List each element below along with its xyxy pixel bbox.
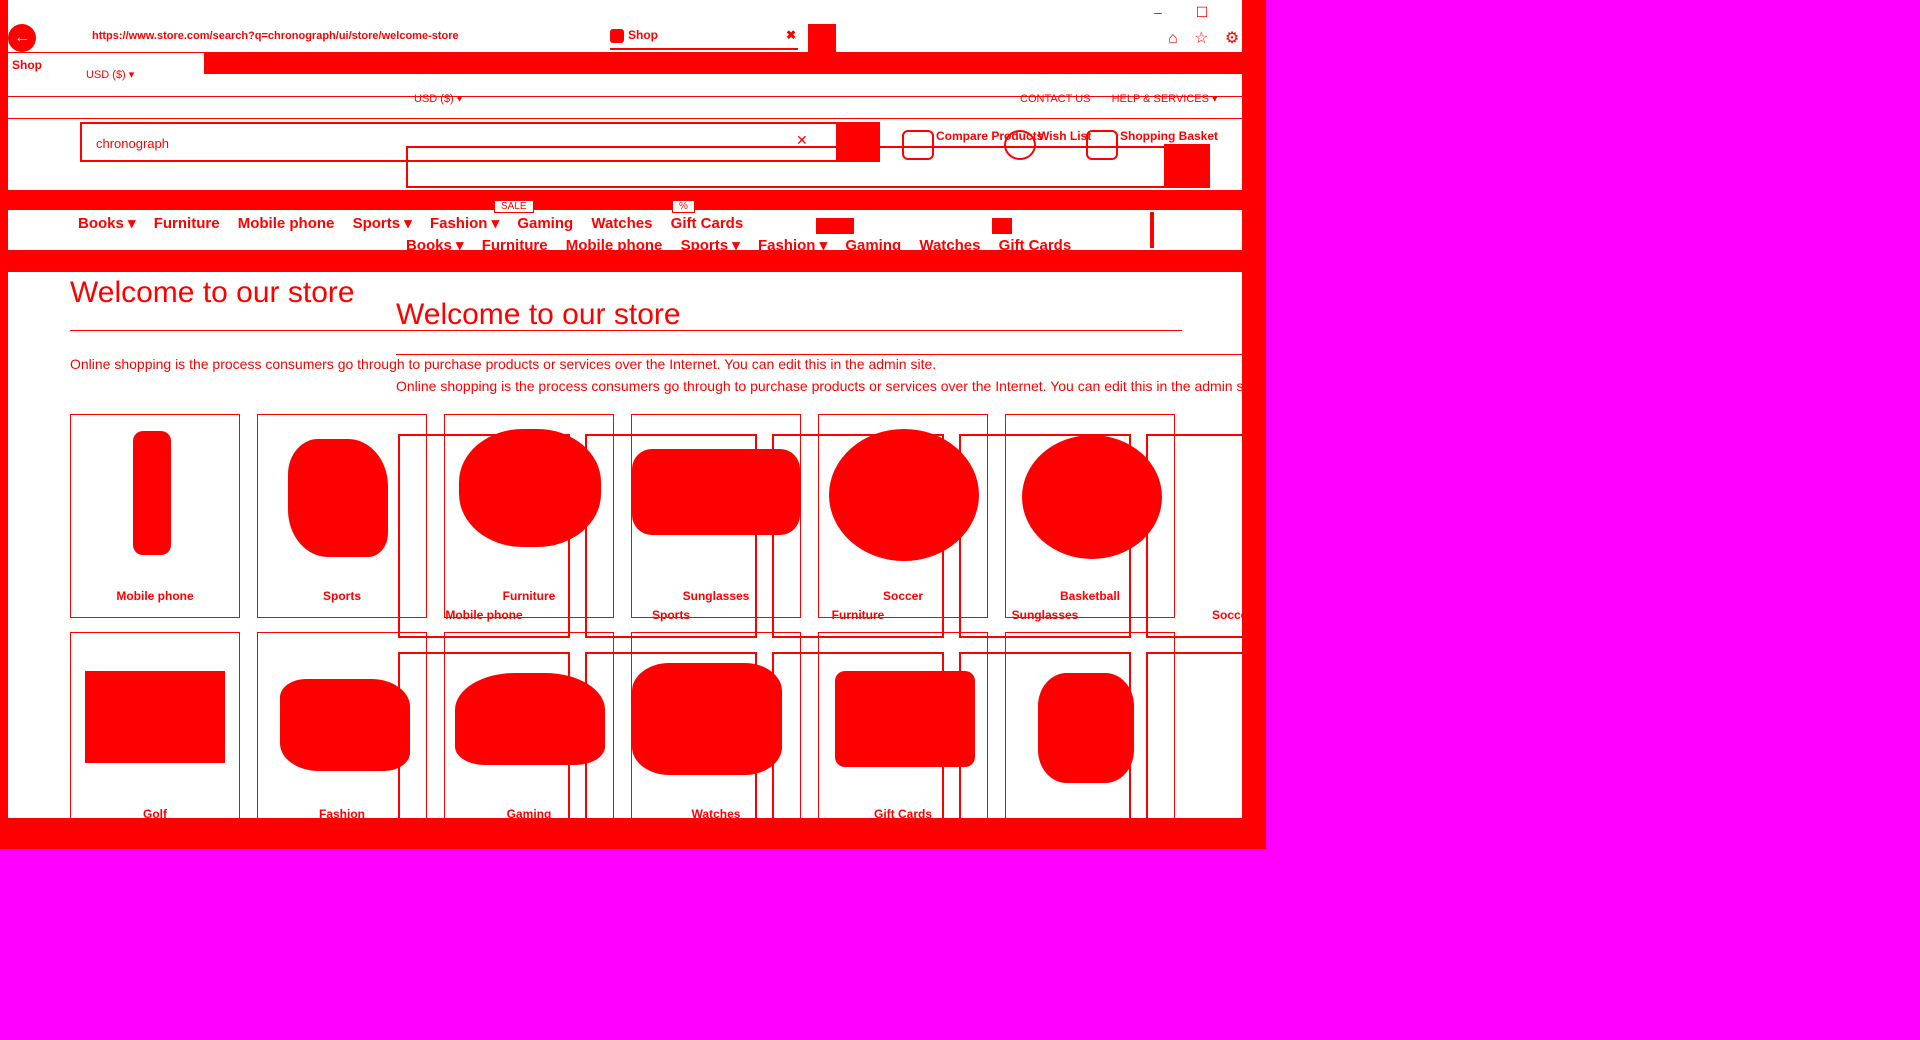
- shopping-basket-button[interactable]: Shopping Basket: [1086, 129, 1219, 160]
- title-underline: [70, 330, 1182, 331]
- nav-gaming[interactable]: Gaming: [517, 215, 573, 232]
- title-underline: [396, 354, 1242, 355]
- divider: [8, 118, 1242, 119]
- wishlist-button[interactable]: Wish List: [1004, 129, 1092, 160]
- maximize-button[interactable]: ☐: [1192, 3, 1212, 21]
- sale-badge: SALE: [494, 200, 534, 213]
- page-content: – ☐ ✕ ← https://www.store.com/search?q=c…: [8, 0, 1242, 818]
- nav-band: [8, 190, 1242, 210]
- nav-gift-cards[interactable]: Gift Cards: [671, 215, 744, 232]
- contact-us-link[interactable]: CONTACT US: [1020, 93, 1091, 105]
- tab-close-icon[interactable]: ✖: [786, 28, 796, 42]
- category-label: Soccer: [1211, 608, 1242, 622]
- category-card[interactable]: Golf: [70, 632, 240, 818]
- percent-badge: %: [672, 200, 695, 213]
- category-label: Furniture: [831, 608, 885, 622]
- category-label: Mobile phone: [445, 608, 523, 622]
- currency-selector-secondary[interactable]: USD ($) ▾: [414, 92, 462, 105]
- fashion-image: [280, 679, 410, 771]
- wishlist-label: Wish List: [1038, 129, 1092, 143]
- category-label: Sports: [651, 608, 690, 622]
- nav-mobile-phone[interactable]: Mobile phone: [238, 215, 335, 232]
- top-links: CONTACT US HELP & SERVICES ▾: [1020, 92, 1236, 105]
- intro-text-ghost: Online shopping is the process consumers…: [396, 378, 1242, 394]
- nav-furniture[interactable]: Furniture: [154, 215, 220, 232]
- back-arrow-icon[interactable]: ←: [8, 24, 36, 52]
- nav-sports[interactable]: Sports ▾: [353, 215, 412, 232]
- golf-image: [85, 671, 225, 763]
- phone-image: [133, 431, 171, 555]
- category-card-ghost: Soccer: [1146, 434, 1242, 638]
- page-title-ghost: Welcome to our store: [396, 298, 681, 331]
- header-strip: [204, 52, 1242, 74]
- category-card-ghost: [959, 652, 1131, 818]
- title-bar: – ☐ ✕: [8, 0, 1242, 24]
- compare-icon: [902, 130, 934, 160]
- divider: [8, 96, 1242, 97]
- basket-label: Shopping Basket: [1120, 129, 1219, 143]
- minimize-button[interactable]: –: [1148, 3, 1168, 21]
- currency-selector[interactable]: USD ($) ▾: [86, 68, 134, 81]
- nav-fashion[interactable]: Fashion ▾: [430, 215, 499, 232]
- category-card-ghost: [772, 652, 944, 818]
- url-field[interactable]: https://www.store.com/search?q=chronogra…: [92, 30, 532, 46]
- category-card-ghost: [1146, 652, 1242, 818]
- main-nav: Books ▾ Furniture Mobile phone Sports ▾ …: [78, 214, 757, 232]
- browser-window: – ☐ ✕ ← https://www.store.com/search?q=c…: [0, 0, 1266, 849]
- toolbar-icons[interactable]: ⌂ ☆ ⚙: [1168, 28, 1242, 48]
- category-label: Golf: [143, 807, 167, 818]
- percent-marker: [992, 218, 1012, 234]
- category-card-ghost: Sunglasses: [959, 434, 1131, 638]
- search-button-ghost[interactable]: [1164, 144, 1210, 188]
- tab-shop[interactable]: Shop ✖: [610, 28, 798, 50]
- intro-text: Online shopping is the process consumers…: [70, 356, 937, 372]
- category-card-ghost: Furniture: [772, 434, 944, 638]
- category-card-ghost: Sports: [585, 434, 757, 638]
- category-card-ghost: Mobile phone: [398, 434, 570, 638]
- search-box-ghost: [406, 146, 1172, 188]
- basket-icon: [1086, 130, 1118, 160]
- content-band: [8, 250, 1242, 272]
- sale-marker: [816, 218, 854, 234]
- sports-image: [288, 439, 388, 557]
- heart-icon: [1004, 130, 1036, 160]
- address-bar: ← https://www.store.com/search?q=chronog…: [8, 24, 1242, 53]
- category-card-ghost: [398, 652, 570, 818]
- category-card-ghost: [585, 652, 757, 818]
- category-card[interactable]: Mobile phone: [70, 414, 240, 618]
- favicon-icon: [610, 28, 624, 43]
- nav-books[interactable]: Books ▾: [78, 215, 136, 232]
- tab-title: Shop: [628, 28, 658, 42]
- category-label: Sunglasses: [1011, 608, 1079, 622]
- close-window-button[interactable]: ✕: [1236, 3, 1242, 21]
- help-services-link[interactable]: HELP & SERVICES ▾: [1112, 93, 1218, 105]
- divider: [1150, 212, 1154, 248]
- page-title: Welcome to our store: [70, 276, 355, 309]
- shop-label: Shop: [12, 58, 42, 72]
- new-tab-button[interactable]: [808, 24, 836, 52]
- category-label: Mobile phone: [116, 589, 194, 603]
- nav-watches[interactable]: Watches: [591, 215, 652, 232]
